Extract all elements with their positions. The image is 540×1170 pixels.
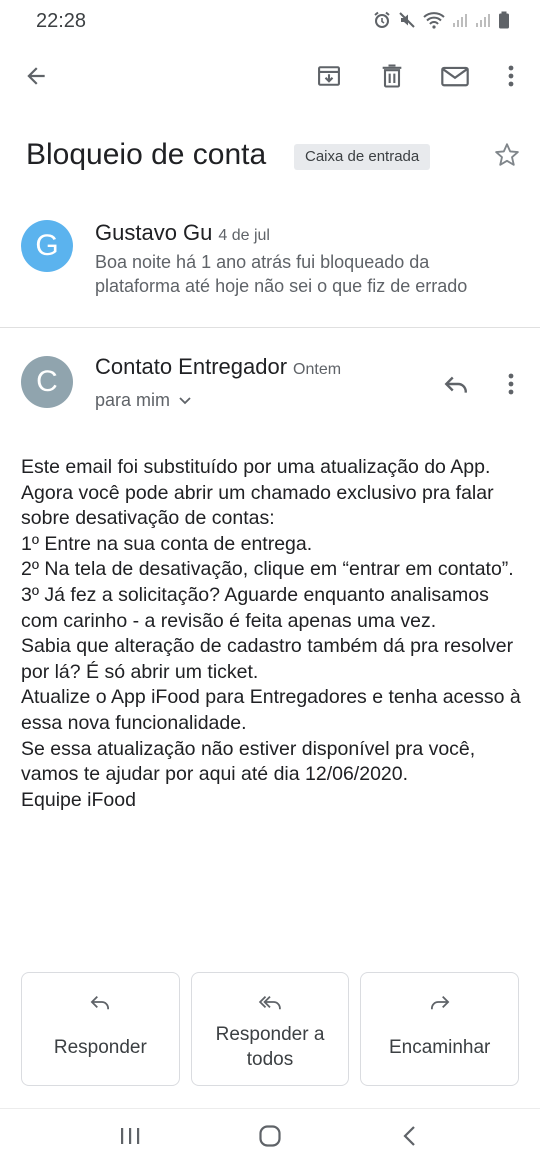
signal-icon: [452, 12, 468, 28]
reply-icon: [443, 373, 469, 400]
signal-icon-2: [475, 12, 491, 28]
body-paragraph: Este email foi substituído por uma atual…: [21, 456, 494, 530]
wifi-icon: [423, 11, 445, 29]
message-more-button[interactable]: [496, 366, 526, 406]
delete-button[interactable]: [370, 56, 414, 100]
collapsed-message[interactable]: G Gustavo Gu 4 de jul Boa noite há 1 ano …: [0, 204, 540, 328]
recent-apps-button[interactable]: [110, 1123, 150, 1153]
forward-icon: [429, 993, 451, 1021]
archive-icon: [315, 62, 343, 95]
mute-icon: [398, 11, 416, 29]
reply-action-label: Responder: [53, 1036, 147, 1058]
reply-icon: [89, 993, 111, 1021]
back-chevron-icon: [402, 1125, 418, 1152]
top-toolbar: [0, 50, 540, 106]
body-paragraph: Atualize o App iFood para Entregadores e…: [21, 686, 521, 734]
more-options-button[interactable]: [489, 56, 533, 100]
system-nav-bar: [0, 1108, 540, 1170]
subject-row: Bloqueio de conta Caixa de entrada: [26, 134, 524, 182]
status-icons: [373, 11, 510, 29]
open-message-header: C Contato Entregador Ontem para mim: [0, 340, 540, 430]
sender-name: Contato Entregador: [95, 354, 288, 379]
message-body: Este email foi substituído por uma atual…: [21, 455, 521, 813]
inbox-label-chip[interactable]: Caixa de entrada: [294, 144, 431, 170]
sender-line: Contato Entregador Ontem: [95, 354, 341, 380]
mark-unread-button[interactable]: [433, 56, 477, 100]
forward-action-label: Encaminhar: [388, 1036, 491, 1058]
email-subject: Bloqueio de conta: [26, 138, 267, 171]
forward-action-button[interactable]: Encaminhar: [360, 972, 520, 1086]
body-paragraph: 1º Entre na sua conta de entrega.: [21, 532, 313, 555]
message-snippet: Boa noite há 1 ano atrás fui bloqueado d…: [95, 252, 468, 296]
archive-button[interactable]: [307, 56, 351, 100]
avatar[interactable]: G: [21, 220, 73, 272]
reply-all-action-label: Responder a todos: [215, 1024, 325, 1070]
chevron-down-icon: [178, 390, 192, 411]
reply-action-button[interactable]: Responder: [21, 972, 180, 1086]
star-button[interactable]: [490, 140, 524, 174]
sender-line: Gustavo Gu 4 de jul: [95, 220, 270, 246]
reply-button[interactable]: [436, 366, 476, 406]
body-paragraph: Sabia que alteração de cadastro também d…: [21, 635, 514, 683]
more-vert-icon: [507, 64, 515, 93]
status-time: 22:28: [36, 10, 87, 32]
reply-all-icon: [257, 993, 283, 1021]
body-paragraph: 3º Já fez a solicitação? Aguarde enquant…: [21, 583, 489, 632]
back-button[interactable]: [14, 56, 58, 100]
back-arrow-icon: [23, 63, 49, 94]
delete-icon: [378, 62, 406, 95]
mark-unread-icon: [440, 62, 470, 95]
body-paragraph: 2º Na tela de desativação, clique em “en…: [21, 558, 514, 581]
back-nav-button[interactable]: [390, 1123, 430, 1153]
home-icon: [258, 1124, 282, 1153]
home-button[interactable]: [250, 1123, 290, 1153]
status-bar: 22:28: [0, 0, 540, 42]
message-date: Ontem: [293, 361, 342, 378]
body-paragraph: Se essa atualização não estiver disponív…: [21, 737, 476, 786]
sender-name: Gustavo Gu: [95, 220, 213, 245]
reply-all-action-button[interactable]: Responder a todos: [190, 972, 350, 1086]
recipient-details-toggle[interactable]: para mim: [95, 390, 192, 411]
more-vert-icon: [507, 372, 515, 401]
avatar[interactable]: C: [21, 356, 73, 408]
message-date: 4 de jul: [218, 227, 270, 244]
recipient-text: para mim: [95, 390, 171, 410]
recent-apps-icon: [119, 1126, 141, 1151]
body-paragraph: Equipe iFood: [21, 788, 136, 811]
star-icon: [493, 141, 521, 174]
battery-icon: [498, 11, 510, 29]
alarm-icon: [373, 11, 391, 29]
message-actions: Responder Responder a todos Encaminhar: [21, 972, 520, 1086]
